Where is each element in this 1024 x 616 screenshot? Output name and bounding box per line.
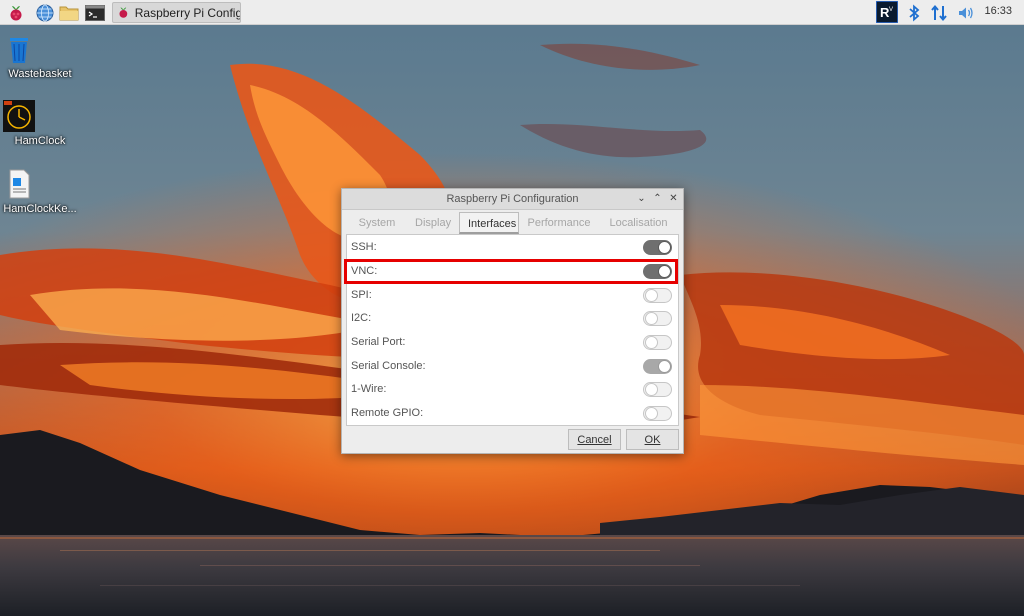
wastebasket-icon <box>10 33 56 65</box>
browser-launcher[interactable] <box>34 2 55 23</box>
interface-row-1-wire: 1-Wire: <box>347 378 678 401</box>
realvnc-icon: R V <box>876 1 898 23</box>
maximize-button[interactable]: ⌃ <box>652 192 663 205</box>
file-manager-launcher[interactable] <box>58 2 79 23</box>
network-tray-button[interactable] <box>928 2 949 23</box>
svg-text:V: V <box>889 7 893 13</box>
dialog-titlebar[interactable]: Raspberry Pi Configuration ⌄ ⌃ ✕ <box>342 189 683 210</box>
remote-gpio-toggle[interactable] <box>643 406 672 421</box>
raspberry-pi-configuration-dialog: Raspberry Pi Configuration ⌄ ⌃ ✕ System … <box>341 188 684 454</box>
interface-row-vnc: VNC: <box>347 260 678 283</box>
interface-row-serial-port: Serial Port: <box>347 331 678 354</box>
tab-localisation[interactable]: Localisation <box>599 212 678 234</box>
cancel-button[interactable]: Cancel <box>568 429 621 450</box>
interface-label: Serial Console: <box>351 360 426 372</box>
desktop-icon-label: Wastebasket <box>8 68 72 80</box>
interface-label: SPI: <box>351 289 372 301</box>
file-manager-icon <box>59 6 78 20</box>
interface-row-serial-console: Serial Console: <box>347 355 678 378</box>
desktop-icon-hamclockke[interactable]: HamClockKe... <box>3 168 77 215</box>
maximize-icon: ⌃ <box>653 193 662 204</box>
top-panel: Raspberry Pi Configu... R V 16:33 <box>0 0 1024 25</box>
terminal-launcher[interactable] <box>84 2 105 23</box>
interface-label: SSH: <box>351 241 377 253</box>
volume-tray-button[interactable] <box>955 2 976 23</box>
serial-console-toggle[interactable] <box>643 359 672 374</box>
minimize-icon: ⌄ <box>637 193 646 204</box>
interface-label: I2C: <box>351 312 372 324</box>
desktop-icon-wastebasket[interactable]: Wastebasket <box>3 33 77 80</box>
document-icon <box>9 168 56 200</box>
volume-icon <box>958 7 973 18</box>
taskbar-window-button[interactable]: Raspberry Pi Configu... <box>112 2 241 23</box>
raspberry-menu-button[interactable] <box>5 2 26 23</box>
desktop-icon-hamclock[interactable]: HamClock <box>3 100 77 147</box>
i2c-toggle[interactable] <box>643 311 672 326</box>
tab-display[interactable]: Display <box>407 212 459 234</box>
serial-port-toggle[interactable] <box>643 335 672 350</box>
bluetooth-tray-button[interactable] <box>903 2 924 23</box>
vnc-toggle[interactable] <box>643 264 672 279</box>
spi-toggle[interactable] <box>643 288 672 303</box>
bluetooth-icon <box>908 4 919 21</box>
dialog-title: Raspberry Pi Configuration <box>446 193 579 205</box>
realvnc-tray-button[interactable]: R V <box>876 1 898 23</box>
interface-row-ssh: SSH: <box>347 236 678 259</box>
interfaces-panel: SSH: VNC: SPI: I2C: Serial Port: Serial … <box>346 234 679 426</box>
desktop-icon-label: HamClock <box>14 135 66 147</box>
raspberry-app-icon <box>119 7 128 18</box>
panel-clock[interactable]: 16:33 <box>984 5 1012 17</box>
interface-label: Remote GPIO: <box>351 407 424 419</box>
desktop-icon-label: HamClockKe... <box>3 203 77 215</box>
browser-globe-icon <box>36 4 53 21</box>
interface-row-remote-gpio: Remote GPIO: <box>347 402 678 425</box>
taskbar-window-label: Raspberry Pi Configu... <box>134 5 240 20</box>
terminal-icon <box>84 4 105 21</box>
tab-system[interactable]: System <box>347 212 407 234</box>
network-updown-icon <box>930 4 947 21</box>
raspberry-menu-icon <box>10 5 21 20</box>
tab-bar: System Display Interfaces Performance Lo… <box>347 212 678 235</box>
ok-button[interactable]: OK <box>626 429 679 450</box>
minimize-button[interactable]: ⌄ <box>636 192 647 205</box>
interface-label: VNC: <box>351 265 378 277</box>
interface-label: Serial Port: <box>351 336 406 348</box>
close-icon: ✕ <box>669 193 678 204</box>
interface-row-spi: SPI: <box>347 284 678 307</box>
ssh-toggle[interactable] <box>643 240 672 255</box>
hamclock-icon <box>3 100 56 132</box>
tab-performance[interactable]: Performance <box>519 212 599 234</box>
one-wire-toggle[interactable] <box>643 382 672 397</box>
tab-interfaces[interactable]: Interfaces <box>459 212 519 234</box>
interface-label: 1-Wire: <box>351 383 387 395</box>
interface-row-i2c: I2C: <box>347 307 678 330</box>
close-button[interactable]: ✕ <box>668 192 679 205</box>
